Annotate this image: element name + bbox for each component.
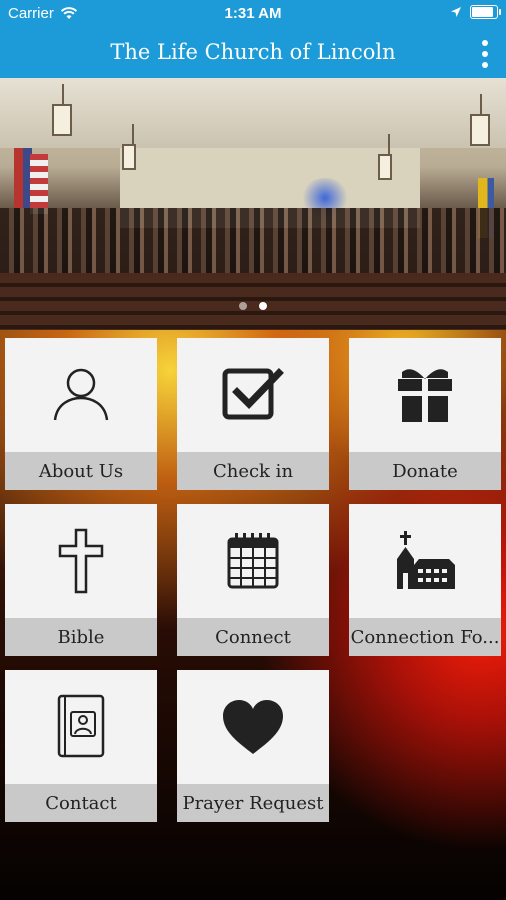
tile-label: Contact: [5, 784, 157, 822]
tile-prayer-request[interactable]: Prayer Request: [177, 670, 329, 822]
status-bar: Carrier 1:31 AM: [0, 0, 506, 30]
tile-check-in[interactable]: Check in: [177, 338, 329, 490]
more-dot-icon: [482, 51, 488, 57]
more-dot-icon: [482, 40, 488, 46]
nav-bar: The Life Church of Lincoln: [0, 30, 506, 78]
battery-fill: [472, 7, 493, 17]
battery-icon: [470, 5, 501, 19]
carousel-dot[interactable]: [239, 302, 247, 310]
cross-icon: [58, 528, 104, 594]
tile-bible[interactable]: Bible: [5, 504, 157, 656]
tile-about-us[interactable]: About Us: [5, 338, 157, 490]
hero-carousel-image[interactable]: [0, 78, 506, 330]
pendant-lamp: [122, 124, 136, 170]
heart-icon: [223, 700, 283, 754]
status-time: 1:31 AM: [224, 5, 282, 22]
pendant-lamp: [378, 134, 392, 180]
tile-contact[interactable]: Contact: [5, 670, 157, 822]
tile-label: About Us: [5, 452, 157, 490]
person-icon: [53, 368, 109, 421]
gift-icon: [398, 369, 452, 422]
tile-label: Prayer Request: [177, 784, 329, 822]
status-right: [450, 5, 501, 19]
tile-connection-form[interactable]: Connection Fo...: [349, 504, 501, 656]
tile-label: Donate: [349, 452, 501, 490]
carousel-page-indicator[interactable]: [0, 302, 506, 310]
tile-connect[interactable]: Connect: [177, 504, 329, 656]
ceiling: [0, 78, 506, 148]
calendar-icon: [227, 533, 279, 589]
tile-label: Connect: [177, 618, 329, 656]
church-icon: [397, 531, 455, 589]
location-arrow-icon: [451, 7, 461, 17]
tile-donate[interactable]: Donate: [349, 338, 501, 490]
contact-book-icon: [57, 694, 105, 758]
tile-label: Connection Fo...: [349, 618, 501, 656]
more-dot-icon: [482, 62, 488, 68]
flag: [30, 154, 48, 214]
tile-label: Check in: [177, 452, 329, 490]
tile-label: Bible: [5, 618, 157, 656]
carousel-dot[interactable]: [259, 302, 267, 310]
pendant-lamp: [52, 84, 72, 136]
checkbox-icon: [222, 368, 284, 420]
page-title: The Life Church of Lincoln: [110, 40, 396, 64]
pendant-lamp: [470, 94, 490, 146]
more-menu-button[interactable]: [478, 39, 492, 69]
